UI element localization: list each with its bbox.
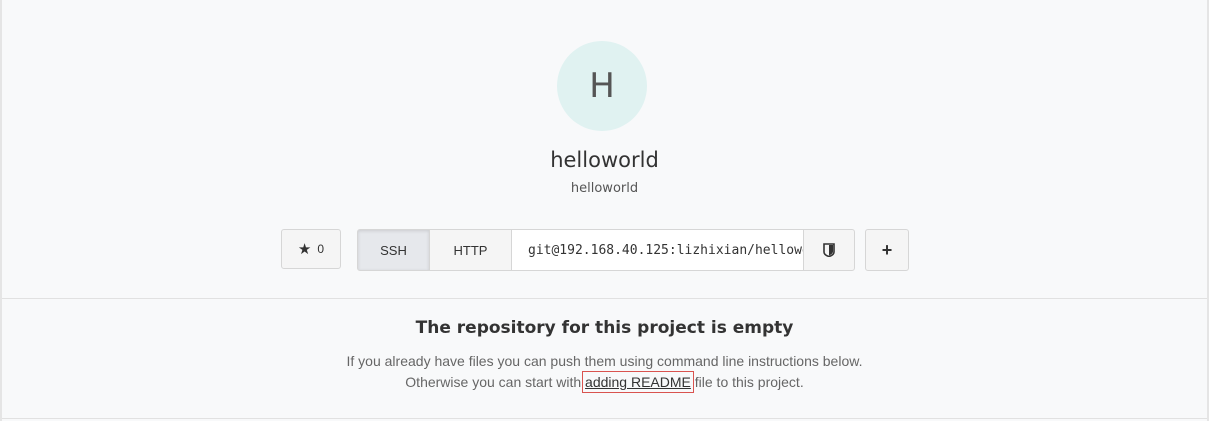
- star-icon: ★: [297, 240, 312, 258]
- star-button[interactable]: ★ 0: [281, 229, 341, 269]
- adding-readme-link[interactable]: adding README: [582, 371, 694, 393]
- readme-prompt-prefix: Otherwise you can start with: [405, 374, 586, 390]
- section-divider: [2, 298, 1207, 299]
- http-label: HTTP: [453, 242, 488, 258]
- copy-url-button[interactable]: [803, 229, 855, 271]
- project-title: helloworld: [550, 148, 659, 172]
- project-page: H helloworld helloworld ★ 0 SSH HTTP + T…: [0, 0, 1209, 421]
- clone-url-input[interactable]: [512, 229, 803, 271]
- clone-url-group: SSH HTTP: [357, 229, 855, 271]
- project-avatar: H: [557, 41, 647, 131]
- bottom-divider: [2, 418, 1207, 419]
- empty-repo-heading: The repository for this project is empty: [415, 318, 794, 338]
- clipboard-icon: [823, 243, 835, 257]
- plus-icon: +: [881, 239, 893, 260]
- star-count: 0: [317, 242, 325, 256]
- project-path: helloworld: [570, 181, 639, 196]
- readme-prompt-suffix: file to this project.: [690, 374, 804, 390]
- http-protocol-button[interactable]: HTTP: [430, 229, 512, 271]
- ssh-protocol-button[interactable]: SSH: [357, 229, 430, 271]
- push-instructions-text: If you already have files you can push t…: [346, 353, 863, 369]
- add-button[interactable]: +: [865, 229, 909, 271]
- ssh-label: SSH: [380, 242, 407, 258]
- avatar-letter: H: [589, 66, 615, 106]
- readme-prompt-text: Otherwise you can start with adding READ…: [2, 371, 1207, 393]
